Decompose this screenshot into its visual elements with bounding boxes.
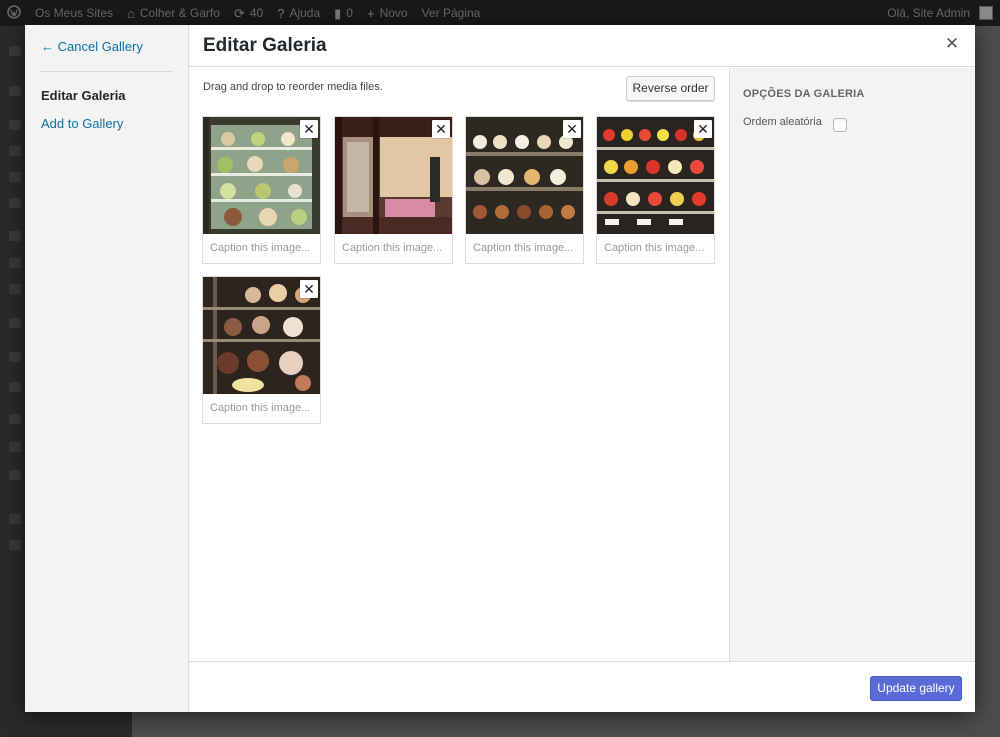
admin-bar: Os Meus Sites ⌂ Colher & Garfo ⟳ 40 ? Aj… bbox=[0, 0, 1000, 26]
updates-count: 40 bbox=[249, 6, 264, 20]
plus-icon: + bbox=[366, 5, 375, 21]
gallery-options-heading: Opções da Galeria bbox=[743, 88, 865, 100]
view-page-label: Ver Página bbox=[421, 6, 481, 20]
gallery-item[interactable]: ✕ Caption this image... bbox=[596, 116, 715, 264]
close-icon[interactable]: ✕ bbox=[943, 35, 961, 53]
help-menu[interactable]: ? Ajuda bbox=[270, 0, 327, 26]
site-name-label: Colher & Garfo bbox=[139, 6, 220, 20]
media-menu: ← Cancel Gallery Editar Galeria Add to G… bbox=[25, 25, 189, 712]
caption-input[interactable]: Caption this image... bbox=[203, 395, 320, 423]
caption-input[interactable]: Caption this image... bbox=[466, 235, 583, 263]
caption-input[interactable]: Caption this image... bbox=[597, 235, 714, 263]
menu-separator bbox=[41, 71, 173, 72]
site-name-menu[interactable]: ⌂ Colher & Garfo bbox=[120, 0, 227, 26]
edit-gallery-modal: ← Cancel Gallery Editar Galeria Add to G… bbox=[25, 25, 975, 712]
menu-item-add-to-gallery[interactable]: Add to Gallery bbox=[41, 116, 123, 131]
cancel-gallery-link[interactable]: ← Cancel Gallery bbox=[41, 39, 143, 54]
reverse-order-button[interactable]: Reverse order bbox=[626, 76, 715, 101]
menu-item-edit-gallery[interactable]: Editar Galeria bbox=[41, 88, 126, 103]
gallery-settings-sidebar: Opções da Galeria Ordem aleatória bbox=[729, 68, 975, 661]
new-content-menu[interactable]: + Novo bbox=[360, 0, 415, 26]
my-sites-label: Os Meus Sites bbox=[35, 6, 114, 20]
greeting-label: Olá, Site Admin bbox=[887, 6, 970, 20]
random-order-checkbox[interactable] bbox=[833, 118, 847, 132]
home-icon: ⌂ bbox=[127, 5, 135, 21]
remove-image-icon[interactable]: ✕ bbox=[300, 120, 318, 138]
gallery-item[interactable]: ✕ Caption this image... bbox=[202, 276, 321, 424]
updates-menu[interactable]: ⟳ 40 bbox=[227, 0, 270, 26]
reorder-hint: Drag and drop to reorder media files. bbox=[203, 81, 383, 93]
view-page-link[interactable]: Ver Página bbox=[415, 0, 488, 26]
gallery-item[interactable]: ✕ Caption this image... bbox=[465, 116, 584, 264]
wordpress-logo-icon bbox=[7, 5, 21, 21]
random-order-label: Ordem aleatória bbox=[743, 116, 822, 128]
comments-count: 0 bbox=[346, 6, 353, 20]
caption-input[interactable]: Caption this image... bbox=[335, 235, 452, 263]
avatar bbox=[979, 6, 993, 20]
modal-toolbar: Update gallery bbox=[189, 661, 975, 712]
update-gallery-button[interactable]: Update gallery bbox=[870, 676, 962, 701]
page-title: Editar Galeria bbox=[203, 35, 327, 56]
caption-input[interactable]: Caption this image... bbox=[203, 235, 320, 263]
remove-image-icon[interactable]: ✕ bbox=[432, 120, 450, 138]
my-sites-menu[interactable]: Os Meus Sites bbox=[28, 0, 120, 26]
modal-title-bar: Editar Galeria ✕ bbox=[189, 25, 975, 67]
remove-image-icon[interactable]: ✕ bbox=[694, 120, 712, 138]
gallery-content: Drag and drop to reorder media files. Re… bbox=[189, 68, 729, 661]
gallery-item[interactable]: ✕ Caption this image... bbox=[202, 116, 321, 264]
remove-image-icon[interactable]: ✕ bbox=[300, 280, 318, 298]
help-icon: ? bbox=[277, 5, 285, 21]
gallery-item[interactable]: ✕ Caption this image... bbox=[334, 116, 453, 264]
comment-bubble-icon: ▮ bbox=[334, 5, 342, 21]
help-label: Ajuda bbox=[289, 6, 321, 20]
updates-icon: ⟳ bbox=[233, 5, 245, 21]
remove-image-icon[interactable]: ✕ bbox=[563, 120, 581, 138]
comments-menu[interactable]: ▮ 0 bbox=[327, 0, 360, 26]
wp-logo-item[interactable] bbox=[0, 0, 28, 26]
account-menu[interactable]: Olá, Site Admin bbox=[880, 0, 1000, 26]
new-label: Novo bbox=[379, 6, 408, 20]
